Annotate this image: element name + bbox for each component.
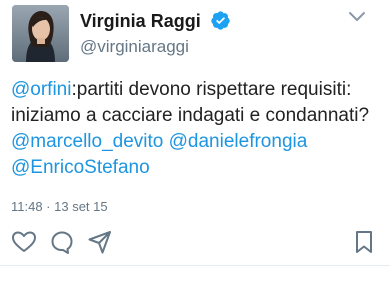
mention-link[interactable]: @EnricoStefano <box>11 157 150 178</box>
divider <box>0 265 390 266</box>
chevron-down-icon[interactable] <box>348 10 366 24</box>
display-name[interactable]: Virginia Raggi <box>80 11 201 32</box>
mention-link[interactable]: @marcello_devito <box>11 131 163 152</box>
share-icon[interactable] <box>86 228 114 256</box>
timestamp[interactable]: 11:48 · 13 set 15 <box>11 199 108 214</box>
user-handle[interactable]: @virginiaraggi <box>80 37 189 57</box>
mention-link[interactable]: @danielefrongia <box>169 131 308 152</box>
mention-link[interactable]: @orfini <box>11 79 71 100</box>
action-bar <box>0 228 390 260</box>
tweet-text: @orfini:partiti devono rispettare requis… <box>11 77 381 181</box>
verified-badge-icon <box>210 10 231 31</box>
heart-icon[interactable] <box>10 228 38 256</box>
bookmark-icon[interactable] <box>350 228 378 256</box>
avatar[interactable] <box>12 5 69 62</box>
avatar-image <box>12 5 69 62</box>
reply-icon[interactable] <box>48 228 76 256</box>
